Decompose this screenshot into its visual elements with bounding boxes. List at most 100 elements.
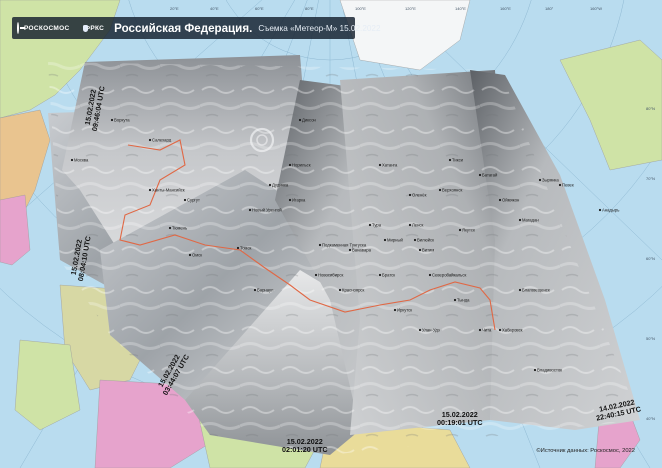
city-dot	[558, 183, 562, 187]
city-label: Вилюйск	[417, 238, 434, 243]
city-dot	[408, 193, 412, 197]
city-label: Диксон	[302, 118, 317, 123]
city-marker: Салехард	[148, 138, 172, 143]
city-dot	[393, 308, 397, 312]
city-marker: Воркута	[110, 118, 130, 123]
longitude-label: 160°W	[590, 6, 602, 11]
header-bar: РОСКОСМОС ФРКС Российская Федерация. Съе…	[12, 17, 381, 39]
city-label: Братск	[382, 273, 395, 278]
city-label: Сургут	[187, 198, 200, 203]
city-dot	[253, 288, 257, 292]
city-label: Чита	[482, 328, 492, 333]
city-dot	[248, 208, 252, 212]
city-label: Красноярск	[342, 288, 365, 293]
latitude-label: 40°N	[646, 416, 655, 421]
city-label: Мирный	[387, 238, 403, 243]
city-dot	[378, 163, 382, 167]
city-dot	[318, 243, 322, 247]
city-marker: Тында	[453, 298, 470, 303]
city-dot	[438, 188, 442, 192]
city-label: Витим	[422, 248, 434, 253]
longitude-label: 40°E	[210, 6, 219, 11]
longitude-label: 180°	[545, 6, 554, 11]
city-dot	[110, 118, 114, 122]
city-label: Тикси	[452, 158, 464, 163]
city-dot	[418, 328, 422, 332]
city-dot	[418, 248, 422, 252]
city-dot	[148, 138, 152, 142]
city-label: Омск	[192, 253, 202, 258]
city-dot	[478, 328, 482, 332]
timestamp-swath-4: 15.02.2022 02:01:20 UTC	[282, 438, 328, 454]
city-label: Владивосток	[537, 368, 562, 373]
city-label: Оймякон	[502, 198, 520, 203]
city-label: Ханты-Мансийск	[152, 188, 185, 193]
city-dot	[183, 198, 187, 202]
city-label: Ленск	[412, 223, 423, 228]
roscosmos-logo-icon	[17, 22, 25, 34]
city-dot	[378, 273, 382, 277]
city-label: Анадырь	[602, 208, 620, 213]
timestamp-swath-5: 15.02.2022 00:19:01 UTC	[437, 411, 483, 427]
city-marker: Мирный	[383, 238, 403, 243]
city-marker: Батагай	[478, 173, 498, 178]
city-dot	[538, 178, 542, 182]
city-marker: Оймякон	[498, 198, 520, 203]
city-dot	[314, 273, 318, 277]
city-label: Томск	[240, 246, 252, 251]
city-dot	[348, 248, 352, 252]
latitude-label: 70°N	[646, 176, 655, 181]
city-marker: Ванавара	[348, 248, 372, 253]
city-marker: Улан-Удэ	[418, 328, 440, 333]
city-marker: Иркутск	[393, 308, 412, 313]
city-dot	[288, 163, 292, 167]
longitude-label: 20°E	[170, 6, 179, 11]
city-label: Якутск	[462, 228, 475, 233]
city-label: Дудинка	[272, 183, 289, 188]
city-marker: Норильск	[288, 163, 311, 168]
longitude-label: 80°E	[305, 6, 314, 11]
city-marker: Тюмень	[168, 226, 188, 231]
city-dot	[518, 288, 522, 292]
longitude-label: 60°E	[255, 6, 264, 11]
city-marker: Зырянка	[538, 178, 559, 183]
city-marker: Ханты-Мансийск	[148, 188, 185, 193]
city-marker: Владивосток	[533, 368, 562, 373]
city-dot	[598, 208, 602, 212]
city-marker: Томск	[236, 246, 252, 251]
latitude-label: 80°N	[646, 106, 655, 111]
city-label: Тура	[372, 223, 382, 228]
page-subtitle: Съемка «Метеор-М» 15.02.2022	[258, 23, 381, 33]
city-marker: Якутск	[458, 228, 475, 233]
city-label: Новосибирск	[318, 273, 343, 278]
city-label: Воркута	[114, 118, 130, 123]
city-dot	[288, 198, 292, 202]
city-label: Москва	[74, 158, 89, 163]
city-label: Хабаровск	[502, 328, 523, 333]
city-dot	[413, 238, 417, 242]
city-marker: Ленск	[408, 223, 423, 228]
longitude-label: 120°E	[405, 6, 416, 11]
city-marker: Красноярск	[338, 288, 365, 293]
city-marker: Москва	[70, 158, 89, 163]
city-dot	[268, 183, 272, 187]
longitude-label: 100°E	[355, 6, 366, 11]
longitude-label: 160°E	[500, 6, 511, 11]
page-title: Российская Федерация.	[114, 21, 253, 35]
city-dot	[448, 158, 452, 162]
city-dot	[458, 228, 462, 232]
city-label: Новый Уренгой	[252, 208, 282, 213]
copyright-note: Источник данных: Роскосмос, 2022	[536, 448, 635, 454]
city-label: Батагай	[482, 173, 498, 178]
city-dot	[298, 118, 302, 122]
city-marker: Дудинка	[268, 183, 289, 188]
city-dot	[188, 253, 192, 257]
city-marker: Певек	[558, 183, 574, 188]
city-marker: Новосибирск	[314, 273, 343, 278]
city-dot	[236, 246, 240, 250]
city-marker: Братск	[378, 273, 395, 278]
city-marker: Игарка	[288, 198, 306, 203]
city-marker: Тикси	[448, 158, 464, 163]
city-marker: Северобайкальск	[428, 273, 466, 278]
longitude-label: 140°E	[455, 6, 466, 11]
